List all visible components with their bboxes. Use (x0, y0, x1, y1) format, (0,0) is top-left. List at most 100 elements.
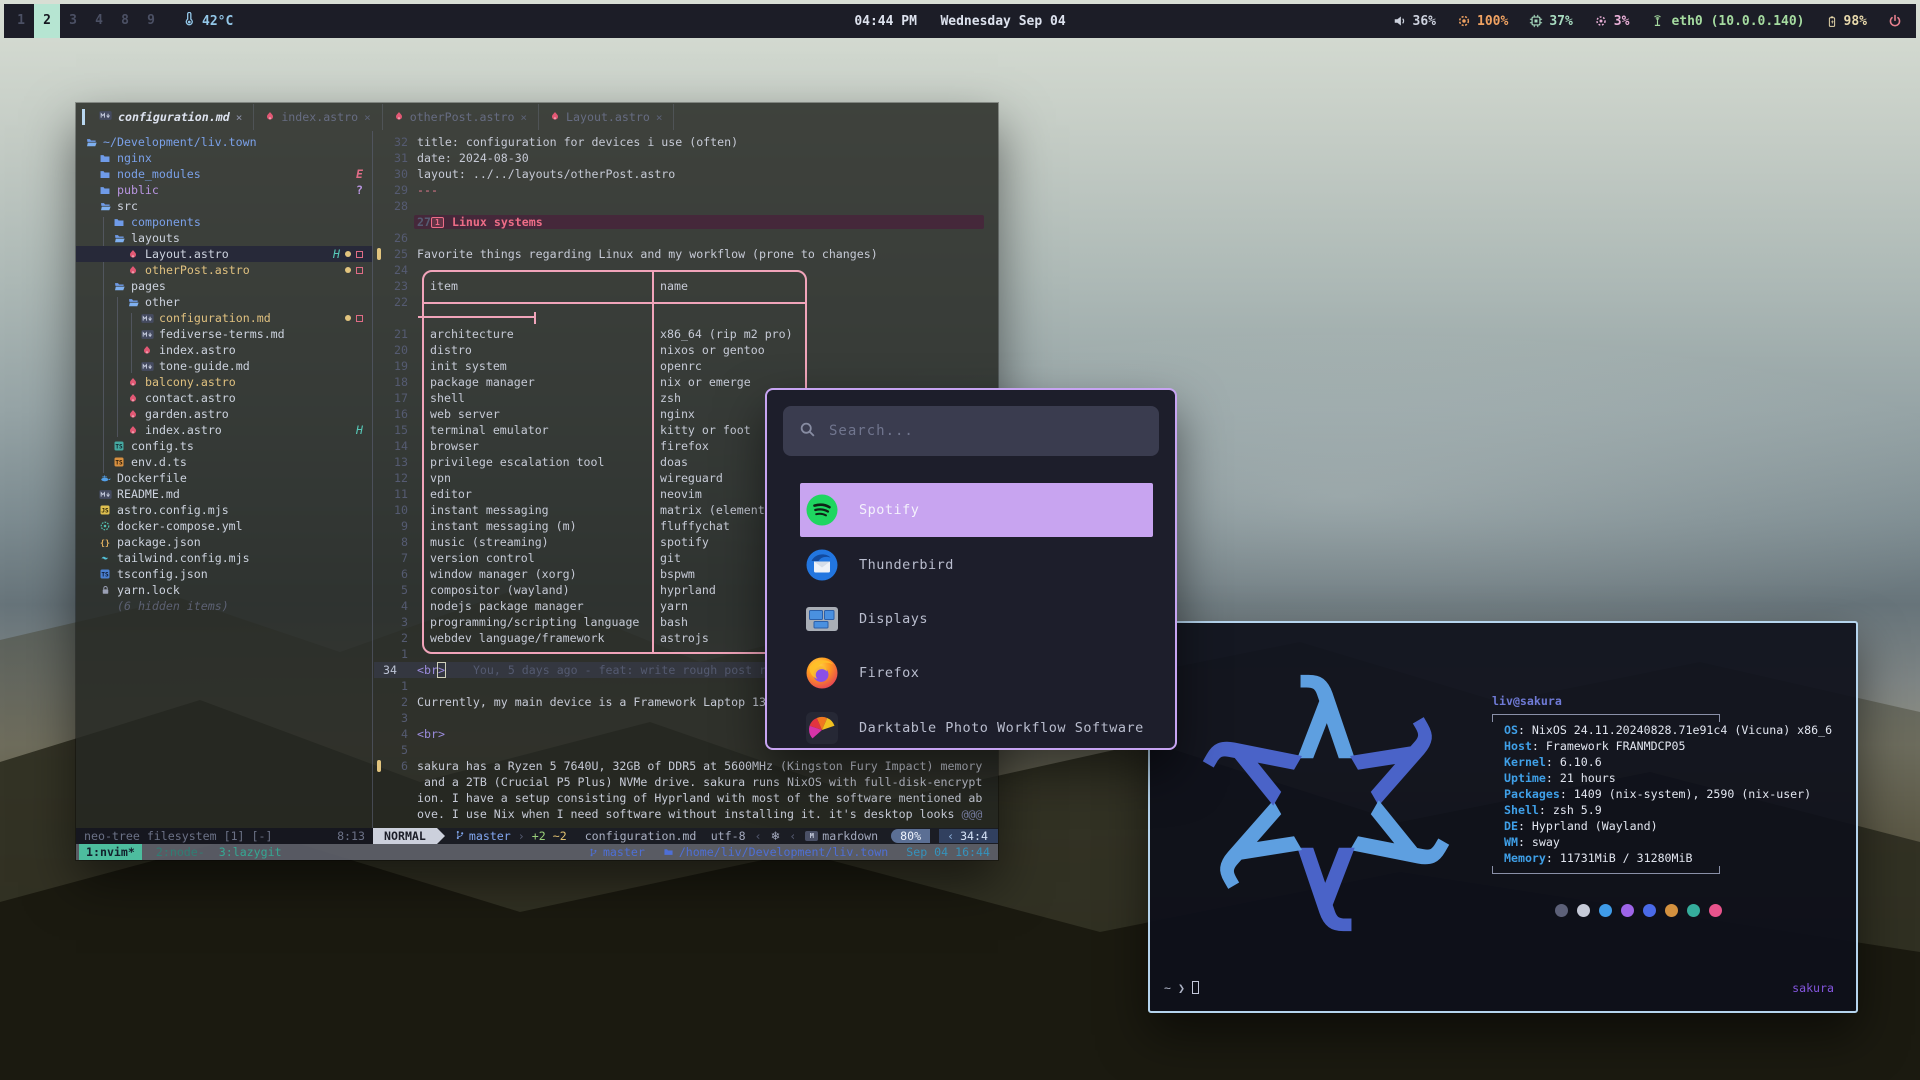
tree-item-layouts[interactable]: layouts (76, 230, 372, 246)
buffer-tab-bar: configuration.md×index.astro×otherPost.a… (76, 103, 998, 131)
power-button[interactable] (1888, 14, 1902, 28)
tree-item-index.astro[interactable]: index.astroH (76, 422, 372, 438)
launcher-search-input[interactable]: Search... (783, 406, 1159, 456)
launcher-item-darktable[interactable]: Darktable Photo Workflow Software (767, 701, 1175, 750)
tree-item-6hiddenitems[interactable]: (6 hidden items) (76, 598, 372, 614)
cpu-module[interactable]: 37% (1529, 14, 1572, 29)
statusline-tree-segment: neo-tree filesystem [1] [-] 8:13 (76, 828, 373, 844)
tree-item-tone-guide.md[interactable]: tone-guide.md (76, 358, 372, 374)
tree-item-pages[interactable]: pages (76, 278, 372, 294)
astro-icon (126, 248, 140, 260)
volume-module[interactable]: 36% (1393, 14, 1436, 29)
editor-line[interactable]: 29--- (374, 182, 996, 198)
tree-item-nginx[interactable]: nginx (76, 150, 372, 166)
tab-otherPost.astro[interactable]: otherPost.astro× (383, 104, 539, 130)
editor-line[interactable]: 31date: 2024-08-30 (374, 150, 996, 166)
tree-item-fediverse-terms.md[interactable]: fediverse-terms.md (76, 326, 372, 342)
launcher-item-thunderbird[interactable]: Thunderbird (767, 537, 1175, 591)
tmux-window-active[interactable]: 1:nvim* (79, 844, 142, 860)
editor-line[interactable]: 21architecturex86_64 (rip m2 pro) (374, 326, 996, 342)
editor-line[interactable]: 20distronixos or gentoo (374, 342, 996, 358)
tree-item-Developmentliv.town[interactable]: ~/Development/liv.town (76, 134, 372, 150)
svg-text:TS: TS (115, 444, 123, 451)
tree-item-src[interactable]: src (76, 198, 372, 214)
tree-item-configuration.md[interactable]: configuration.md (76, 310, 372, 326)
editor-line[interactable]: 26 (374, 230, 996, 246)
tree-item-other[interactable]: other (76, 294, 372, 310)
file-encoding: utf-8 (711, 829, 746, 843)
tree-item-public[interactable]: public? (76, 182, 372, 198)
close-icon[interactable]: × (656, 111, 663, 124)
tree-item-Layout.astro[interactable]: Layout.astroH (76, 246, 372, 262)
workspace-button-2[interactable]: 2 (34, 4, 60, 38)
tree-item-tsconfig.json[interactable]: TStsconfig.json (76, 566, 372, 582)
tree-item-astro.config.mjs[interactable]: JSastro.config.mjs (76, 502, 372, 518)
memory-module[interactable]: 3% (1594, 14, 1630, 29)
workspace-button-8[interactable]: 8 (112, 4, 138, 38)
editor-line[interactable]: ion. I have a setup consisting of Hyprla… (374, 790, 996, 806)
workspace-button-4[interactable]: 4 (86, 4, 112, 38)
app-launcher-popup: Search... SpotifyThunderbirdDisplaysFire… (765, 388, 1177, 750)
editor-line[interactable]: 271Linux systems (374, 214, 996, 230)
close-icon[interactable]: × (364, 111, 371, 124)
fetch-field-kernel: Kernel: 6.10.6 (1504, 754, 1842, 770)
editor-line[interactable]: ove. I use Nix when I need software with… (374, 806, 996, 822)
editor-line[interactable]: 30layout: ../../layouts/otherPost.astro (374, 166, 996, 182)
palette-dot (1643, 904, 1656, 917)
tree-item-balcony.astro[interactable]: balcony.astro (76, 374, 372, 390)
fastfetch-terminal-window[interactable]: λλλλλλ liv@sakura OS: NixOS 24.11.202408… (1148, 621, 1858, 1013)
workspace-button-9[interactable]: 9 (138, 4, 164, 38)
workspace-button-3[interactable]: 3 (60, 4, 86, 38)
shell-prompt[interactable]: ~ ❯ (1164, 980, 1199, 996)
tree-item-yarn.lock[interactable]: yarn.lock (76, 582, 372, 598)
network-module[interactable]: eth0 (10.0.0.140) (1650, 14, 1804, 29)
workspace-button-1[interactable]: 1 (8, 4, 34, 38)
tree-item-label: tone-guide.md (159, 358, 250, 374)
editor-line[interactable]: and a 2TB (Crucial P5 Plus) NVMe drive. … (374, 774, 996, 790)
tree-item-otherPost.astro[interactable]: otherPost.astro (76, 262, 372, 278)
tree-item-contact.astro[interactable]: contact.astro (76, 390, 372, 406)
search-placeholder: Search... (829, 423, 914, 439)
tab-configuration.md[interactable]: configuration.md× (88, 104, 254, 130)
battery-module[interactable]: 98% (1826, 14, 1867, 29)
tree-item-components[interactable]: components (76, 214, 372, 230)
tree-item-garden.astro[interactable]: garden.astro (76, 406, 372, 422)
launcher-item-spotify[interactable]: Spotify (767, 483, 1175, 537)
editor-line[interactable] (374, 310, 996, 326)
close-icon[interactable]: × (520, 111, 527, 124)
tab-index.astro[interactable]: index.astro× (254, 104, 382, 130)
box-border-bottom (1492, 866, 1720, 874)
tree-item-env.d.ts[interactable]: TSenv.d.ts (76, 454, 372, 470)
active-tab-indicator (82, 109, 85, 125)
tree-item-nodemodules[interactable]: node_modulesE (76, 166, 372, 182)
tree-item-package.json[interactable]: {}package.json (76, 534, 372, 550)
editor-line[interactable]: 25Favorite things regarding Linux and my… (374, 246, 996, 262)
tmux-window[interactable]: 3:lazygit (219, 845, 282, 859)
close-icon[interactable]: × (236, 111, 243, 124)
tree-editor-separator (372, 131, 373, 828)
tree-item-docker-compose.yml[interactable]: docker-compose.yml (76, 518, 372, 534)
tree-item-README.md[interactable]: README.md (76, 486, 372, 502)
editor-line[interactable]: 32title: configuration for devices i use… (374, 134, 996, 150)
launcher-item-firefox[interactable]: Firefox (767, 646, 1175, 700)
editor-line[interactable]: 24 (374, 262, 996, 278)
editor-line[interactable]: 22 (374, 294, 996, 310)
editor-line[interactable]: 28 (374, 198, 996, 214)
astro-icon (126, 376, 140, 388)
json-icon: {} (98, 536, 112, 548)
tree-item-config.ts[interactable]: TSconfig.ts (76, 438, 372, 454)
tmux-window[interactable]: 2:node- (156, 845, 205, 859)
launcher-item-displays[interactable]: Displays (767, 592, 1175, 646)
tree-item-tailwind.config.mjs[interactable]: tailwind.config.mjs (76, 550, 372, 566)
editor-line[interactable]: 23itemname (374, 278, 996, 294)
tree-item-label: src (117, 198, 138, 214)
tab-Layout.astro[interactable]: Layout.astro× (539, 104, 674, 130)
tree-item-label: node_modules (117, 166, 201, 182)
brightness-gear-module[interactable]: 100% (1457, 14, 1508, 29)
cpu-icon (1529, 14, 1543, 28)
editor-line[interactable]: 19init systemopenrc (374, 358, 996, 374)
tree-item-index.astro[interactable]: index.astro (76, 342, 372, 358)
markdown-icon: M (805, 831, 818, 841)
tree-item-Dockerfile[interactable]: Dockerfile (76, 470, 372, 486)
editor-line[interactable]: 6sakura has a Ryzen 5 7640U, 32GB of DDR… (374, 758, 996, 774)
